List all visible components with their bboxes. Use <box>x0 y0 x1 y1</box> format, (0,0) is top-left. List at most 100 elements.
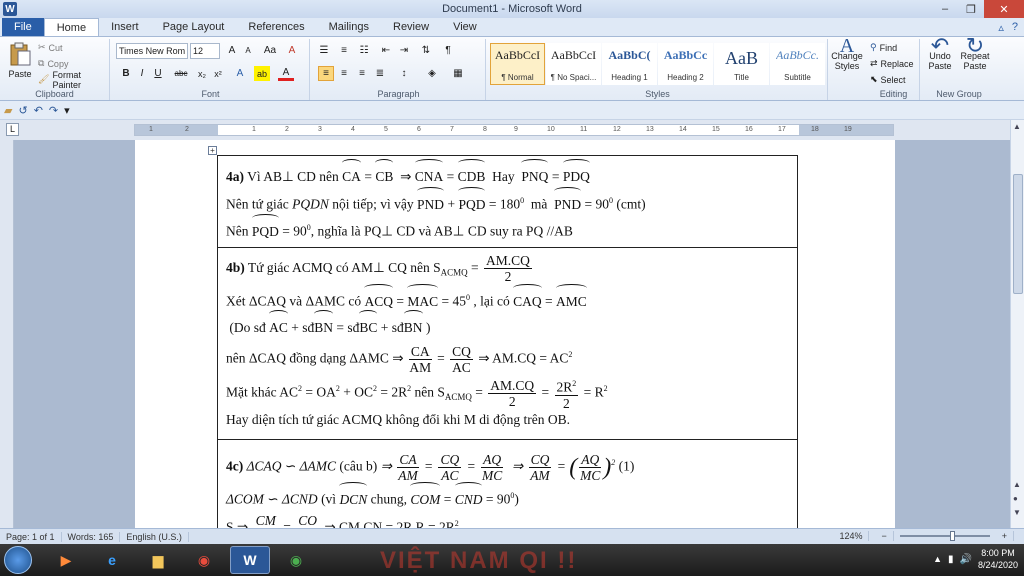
table-move-handle[interactable]: + <box>208 146 217 155</box>
tab-references[interactable]: References <box>236 18 316 36</box>
minimize-ribbon-icon[interactable]: ▵ <box>998 21 1004 34</box>
line-4c-1[interactable]: 4c) ΔCAQ ∽ ΔAMC (câu b) ⇒ CA AM = CQ AC = … <box>226 444 789 483</box>
text-effects-button[interactable]: A <box>232 66 248 81</box>
redo-icon[interactable]: ↷ <box>49 104 58 117</box>
select-browse-icon[interactable]: ● <box>1013 494 1018 503</box>
numbering-icon[interactable]: ≡ <box>336 43 352 58</box>
undo-paste-button[interactable]: ↶ Undo Paste <box>924 35 956 72</box>
customize-qat-icon[interactable]: ▾ <box>64 104 70 117</box>
scroll-thumb[interactable] <box>1013 174 1023 294</box>
copy-button[interactable]: ⧉ Copy <box>38 57 68 70</box>
style-no-spacing[interactable]: AaBbCcI ¶ No Spaci... <box>546 43 601 85</box>
style-heading-2[interactable]: AaBbCc Heading 2 <box>658 43 713 85</box>
decrease-indent-icon[interactable]: ⇤ <box>378 43 394 58</box>
ruler-bar[interactable]: 1 2 1 2 3 4 5 6 7 8 9 10 11 12 13 14 15 … <box>134 124 894 136</box>
word-count[interactable]: Words: 165 <box>62 531 121 542</box>
zoom-level[interactable]: 124% <box>833 531 870 541</box>
change-styles-button[interactable]: A Change Styles <box>828 36 866 71</box>
save-icon[interactable]: ↺ <box>18 104 27 117</box>
undo-icon[interactable]: ↶ <box>34 104 43 117</box>
close-button[interactable]: ✕ <box>984 0 1024 18</box>
select-button[interactable]: ⬉ Select <box>870 73 906 86</box>
line-4b-4[interactable]: nên ΔCAQ đồng dạng ΔAMC ⇒ CA AM = CQ AC ⇒ … <box>226 338 789 375</box>
shading-icon[interactable]: ◈ <box>424 66 440 81</box>
page-count[interactable]: Page: 1 of 1 <box>0 531 62 542</box>
prev-page-icon[interactable]: ▲ <box>1013 480 1021 489</box>
minimize-button[interactable]: – <box>932 0 958 18</box>
scroll-up-icon[interactable]: ▲ <box>1013 122 1021 131</box>
justify-icon[interactable]: ≣ <box>372 66 388 81</box>
word-taskbar-icon[interactable]: W <box>230 546 270 574</box>
zoom-out-icon[interactable]: − <box>875 531 894 541</box>
language-indicator[interactable]: English (U.S.) <box>120 531 189 542</box>
find-button[interactable]: ⚲ Find <box>870 41 897 54</box>
line-4b-5[interactable]: Mặt khác AC2 = OA2 + OC2 = 2R2 nên SACMQ… <box>226 372 789 411</box>
volume-icon[interactable]: 🔊 <box>960 554 972 565</box>
line-4b-6[interactable]: Hay diện tích tứ giác ACMQ không đổi khi… <box>226 406 789 433</box>
zoom-in-icon[interactable]: + <box>996 531 1014 541</box>
line-4a-1[interactable]: 4a) Vì AB⊥ CD nên CA = CB ⇒ CNA = CDB Ha… <box>226 159 789 187</box>
line-4b-1[interactable]: 4b) Tứ giác ACMQ có AM⊥ CQ nên SACMQ = A… <box>226 252 789 284</box>
tab-review[interactable]: Review <box>381 18 441 36</box>
clock[interactable]: 8:00 PM 8/24/2020 <box>978 547 1018 571</box>
network-icon[interactable]: ▮ <box>948 554 954 565</box>
font-color-button[interactable]: A <box>278 66 294 81</box>
font-size-select[interactable]: 12 <box>190 43 220 59</box>
strikethrough-button[interactable]: abc <box>170 66 192 81</box>
tab-insert[interactable]: Insert <box>99 18 151 36</box>
chrome-icon[interactable]: ◉ <box>184 546 224 574</box>
file-explorer-icon[interactable]: ▆ <box>138 546 178 574</box>
line-4c-3[interactable]: S ⇒ CM = CO ⇒ CM.CN = 2R.R = 2R2 <box>226 509 789 528</box>
italic-button[interactable]: I <box>134 66 150 81</box>
shrink-font-button[interactable]: A <box>240 43 256 58</box>
repeat-paste-button[interactable]: ↻ Repeat Paste <box>958 35 992 72</box>
replace-button[interactable]: ⇄ Replace <box>870 57 914 70</box>
tab-file[interactable]: File <box>2 18 44 36</box>
maximize-button[interactable]: ❐ <box>958 0 984 18</box>
format-painter-button[interactable]: 🖌 Format Painter <box>38 70 109 90</box>
sort-icon[interactable]: ⇅ <box>418 43 434 58</box>
align-left-icon[interactable]: ≡ <box>318 66 334 81</box>
open-folder-icon[interactable]: ▰ <box>4 104 12 117</box>
paste-button[interactable]: Paste <box>4 41 36 79</box>
change-case-button[interactable]: Aa <box>262 43 278 58</box>
line-4a-3[interactable]: Nên PQD = 900, nghĩa là PQ⊥ CD và AB⊥ CD… <box>226 213 789 241</box>
cut-button[interactable]: ✂ Cut <box>38 41 63 54</box>
next-page-icon[interactable]: ▼ <box>1013 508 1021 517</box>
chrome-profile-icon[interactable]: ◉ <box>276 546 316 574</box>
clear-formatting-button[interactable]: A <box>284 43 300 58</box>
tab-home[interactable]: Home <box>43 18 100 36</box>
tab-view[interactable]: View <box>441 18 489 36</box>
align-right-icon[interactable]: ≡ <box>354 66 370 81</box>
line-4b-2[interactable]: Xét ΔCAQ và ΔAMC có ACQ = MAC = 450 , lạ… <box>226 283 789 311</box>
underline-button[interactable]: U <box>150 66 166 81</box>
show-hidden-icon[interactable]: ▲ <box>933 554 942 564</box>
tab-page-layout[interactable]: Page Layout <box>151 18 237 36</box>
line-4a-2[interactable]: Nên tứ giác PQDN nội tiếp; vì vậy PND + … <box>226 186 789 214</box>
internet-explorer-icon[interactable]: e <box>92 546 132 574</box>
font-family-select[interactable]: Times New Rom <box>116 43 188 59</box>
increase-indent-icon[interactable]: ⇥ <box>396 43 412 58</box>
start-button[interactable] <box>4 546 32 574</box>
line-spacing-icon[interactable]: ↕ <box>396 66 412 81</box>
style-title[interactable]: AaB Title <box>714 43 769 85</box>
bold-button[interactable]: B <box>118 66 134 81</box>
tab-mailings[interactable]: Mailings <box>317 18 381 36</box>
zoom-slider[interactable] <box>899 531 990 541</box>
grow-font-button[interactable]: A <box>224 43 240 58</box>
highlight-button[interactable]: ab <box>254 66 270 81</box>
tab-selector[interactable]: L <box>6 123 19 136</box>
borders-icon[interactable]: ▦ <box>450 66 466 81</box>
line-4b-3[interactable]: (Do sđ AC + sđBN = sđBC + sđBN ) <box>226 310 789 338</box>
bullets-icon[interactable]: ☰ <box>316 43 332 58</box>
align-center-icon[interactable]: ≡ <box>336 66 352 81</box>
superscript-button[interactable]: x² <box>210 66 226 81</box>
subscript-button[interactable]: x₂ <box>194 66 210 81</box>
document-page[interactable]: 4a) Vì AB⊥ CD nên CA = CB ⇒ CNA = CDB Ha… <box>135 140 895 528</box>
help-icon[interactable]: ? <box>1012 21 1018 34</box>
media-player-icon[interactable]: ▶ <box>46 546 86 574</box>
style-subtitle[interactable]: AaBbCc. Subtitle <box>770 43 825 85</box>
zoom-slider-knob[interactable] <box>949 531 955 541</box>
word-app-icon[interactable]: W <box>3 2 17 16</box>
style-heading-1[interactable]: AaBbC(Heading 1 <box>602 43 657 85</box>
